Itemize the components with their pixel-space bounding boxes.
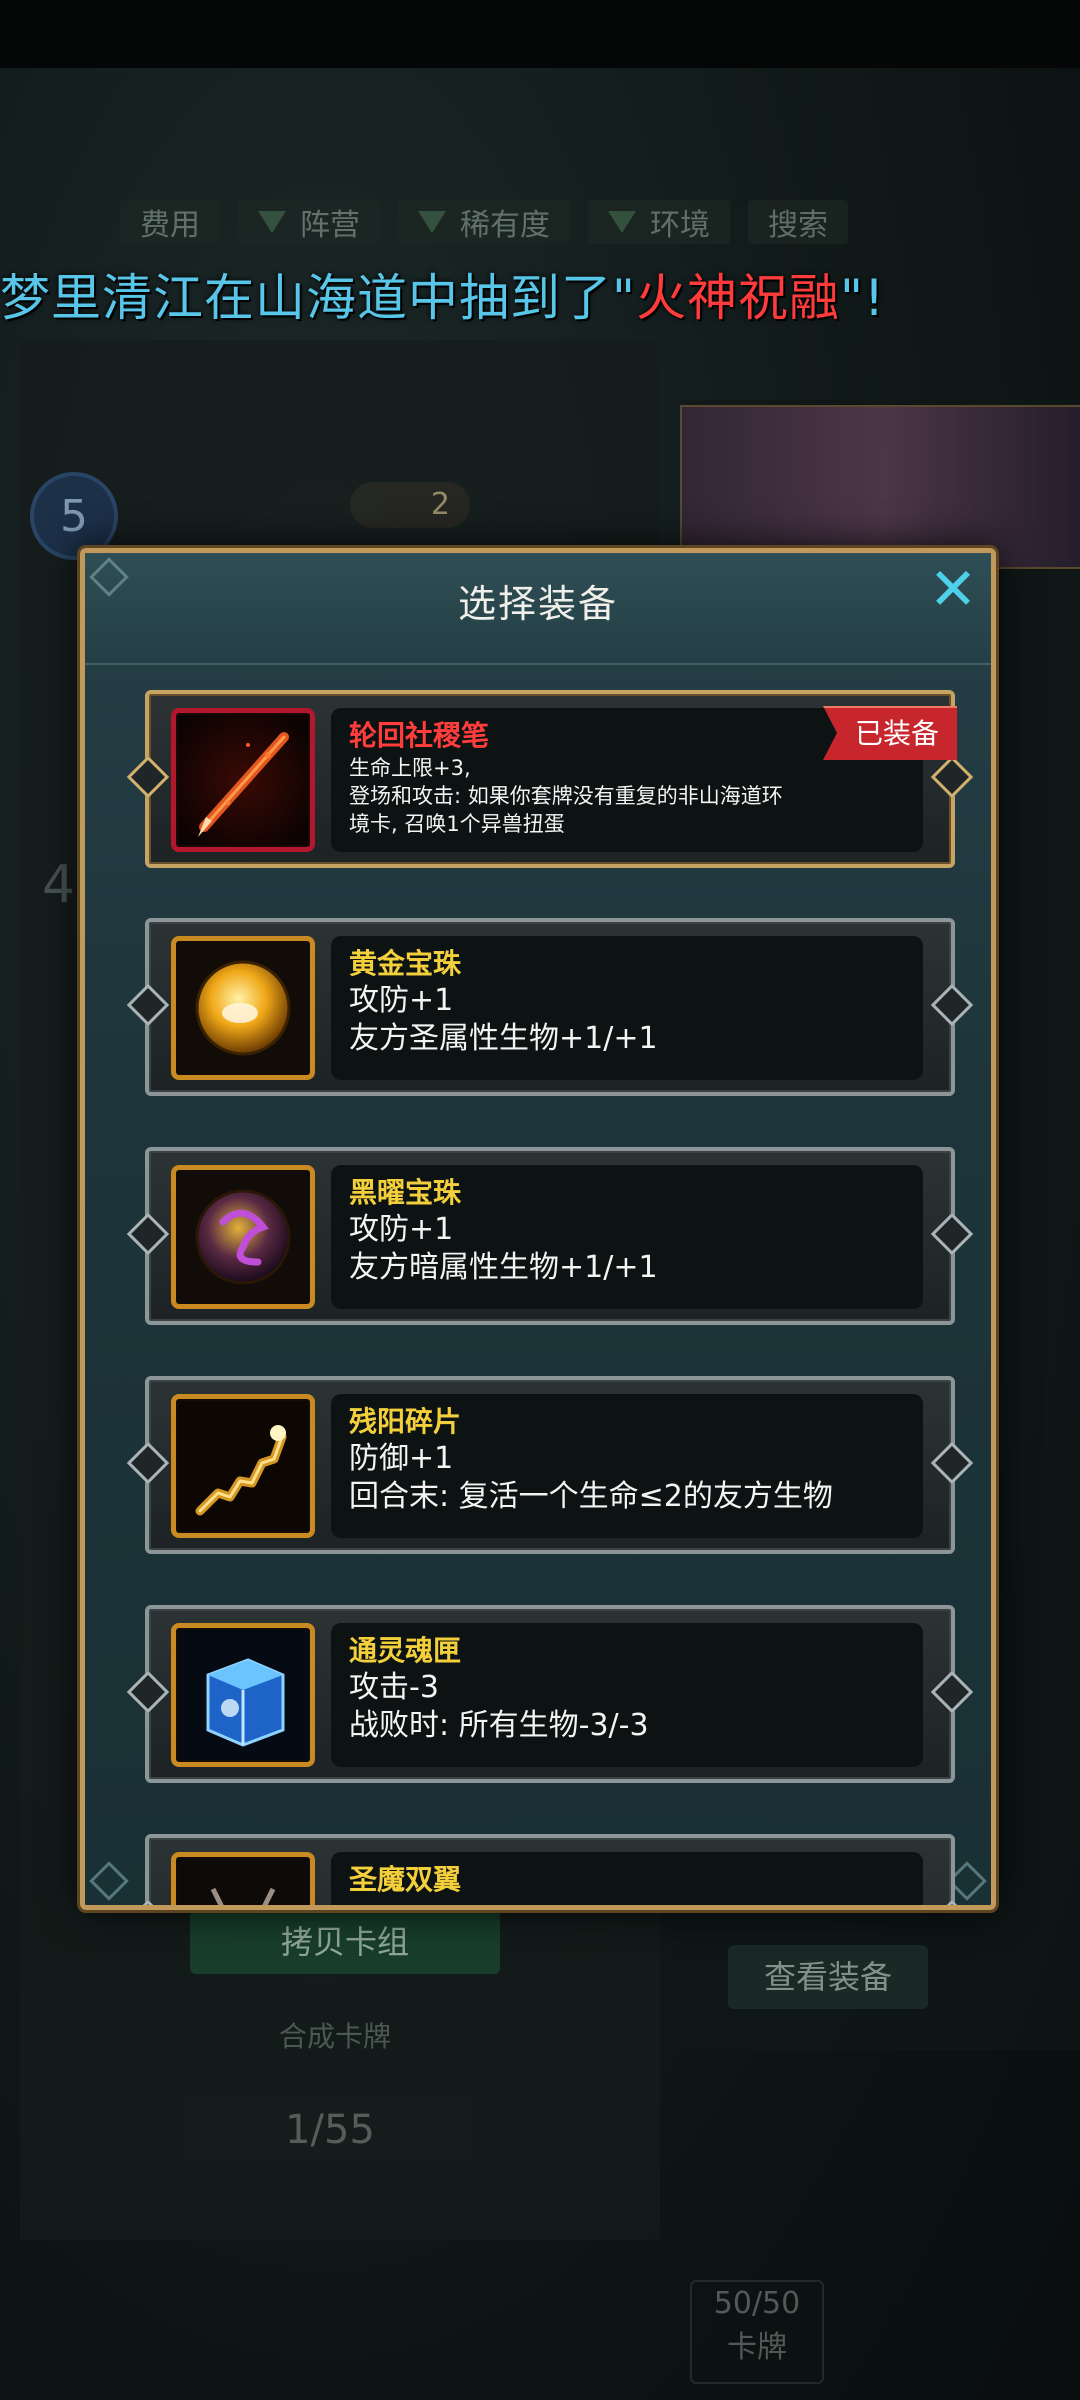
frame-ornament — [126, 755, 170, 799]
filter-cost-label: 费用 — [140, 208, 200, 243]
item-effect-line: 攻防+1 — [349, 983, 454, 1018]
frame-ornament — [126, 1899, 170, 1905]
item-effect-line: 生命上限+3, — [349, 756, 471, 780]
item-effect-line: 境卡, 召唤1个异兽扭蛋 — [349, 812, 565, 836]
filter-faction-label: 阵营 — [300, 208, 360, 243]
item-effect-line: 登场和攻击: 如果你套牌没有重复的非山海道环 — [349, 784, 783, 808]
frame-ornament — [930, 1670, 974, 1714]
merge-card-label: 合成卡牌 — [278, 2020, 391, 2053]
equipment-item[interactable]: 黑曜宝珠 攻防+1 友方暗属性生物+1/+1 — [126, 1147, 974, 1325]
frame-ornament — [930, 1441, 974, 1485]
frame-ornament — [126, 1441, 170, 1485]
broadcast-suffix: "! — [840, 269, 886, 327]
item-effect-line: 回合末: 复活一个生命≤2的友方生物 — [349, 1479, 833, 1514]
item-description: 残阳碎片 防御+1 回合末: 复活一个生命≤2的友方生物 — [331, 1394, 923, 1538]
modal-header: 选择装备 ✕ — [85, 553, 991, 665]
equipment-item[interactable]: 黄金宝珠 攻防+1 友方圣属性生物+1/+1 — [126, 918, 974, 1096]
side-number: 4 — [42, 855, 76, 915]
frame-ornament — [930, 983, 974, 1027]
item-name: 圣魔双翼 — [349, 1863, 462, 1896]
triangle-down-icon — [418, 211, 446, 233]
item-effect-line: 防御+1 — [349, 1441, 454, 1476]
item-name: 黑曜宝珠 — [349, 1176, 462, 1209]
item-effect-line: 友方暗属性生物+1/+1 — [349, 1250, 658, 1285]
frame-ornament — [930, 1899, 974, 1905]
copy-deck-button[interactable]: 拷贝卡组 — [190, 1910, 500, 1974]
count-pill: 2 — [350, 482, 470, 528]
golden-orb-icon — [171, 936, 315, 1080]
select-equipment-modal: 选择装备 ✕ 轮回社稷笔 生命上限+3, 登场和攻击: 如果你套牌没有重复的非山… — [80, 548, 996, 1910]
deck-count-box[interactable]: 50/50 卡牌 — [690, 2280, 824, 2384]
filter-bar: 费用 阵营 稀有度 环境 搜索 — [120, 196, 1020, 248]
close-button[interactable]: ✕ — [923, 559, 983, 619]
triangle-down-icon — [258, 211, 286, 233]
frame-ornament — [126, 1212, 170, 1256]
item-effect-line: 友方圣属性生物+1/+1 — [349, 1021, 658, 1056]
frame-ornament — [126, 983, 170, 1027]
item-name: 轮回社稷笔 — [349, 719, 490, 752]
item-description: 黄金宝珠 攻防+1 友方圣属性生物+1/+1 — [331, 936, 923, 1080]
deck-label: 卡牌 — [727, 2330, 787, 2365]
item-name: 黄金宝珠 — [349, 947, 462, 980]
cost-badge: 5 — [30, 472, 118, 560]
sun-fragment-icon — [171, 1394, 315, 1538]
item-description: 圣魔双翼 — [331, 1852, 923, 1905]
filter-rarity[interactable]: 稀有度 — [398, 200, 570, 244]
filter-search-label: 搜索 — [768, 208, 828, 243]
equipment-item[interactable]: 圣魔双翼 — [126, 1834, 974, 1905]
broadcast-prefix: 梦里清江在山海道中抽到了" — [0, 269, 636, 327]
card-progress: 1/55 — [185, 2095, 475, 2165]
item-effect-line: 攻防+1 — [349, 1212, 454, 1247]
frame-ornament — [930, 755, 974, 799]
frame-ornament — [126, 1670, 170, 1714]
item-effect-line: 战败时: 所有生物-3/-3 — [349, 1708, 649, 1743]
hero-portrait — [680, 405, 1080, 569]
status-bar — [0, 0, 1080, 68]
modal-title: 选择装备 — [457, 582, 618, 626]
equipped-badge: 已装备 — [822, 706, 957, 760]
filter-cost[interactable]: 费用 — [120, 200, 220, 244]
equipment-item[interactable]: 残阳碎片 防御+1 回合末: 复活一个生命≤2的友方生物 — [126, 1376, 974, 1554]
item-description: 轮回社稷笔 生命上限+3, 登场和攻击: 如果你套牌没有重复的非山海道环 境卡,… — [331, 708, 923, 852]
item-description: 黑曜宝珠 攻防+1 友方暗属性生物+1/+1 — [331, 1165, 923, 1309]
filter-environment-label: 环境 — [650, 208, 710, 243]
item-description: 通灵魂匣 攻击-3 战败时: 所有生物-3/-3 — [331, 1623, 923, 1767]
filter-environment[interactable]: 环境 — [588, 200, 730, 244]
broadcast-highlight: 火神祝融 — [636, 269, 840, 327]
obsidian-orb-icon — [171, 1165, 315, 1309]
equipment-item[interactable]: 通灵魂匣 攻击-3 战败时: 所有生物-3/-3 — [126, 1605, 974, 1783]
wings-icon — [171, 1852, 315, 1905]
view-equipment-button[interactable]: 查看装备 — [728, 1945, 928, 2009]
filter-search[interactable]: 搜索 — [748, 200, 848, 244]
deck-count: 50/50 — [713, 2286, 801, 2321]
item-effect-line: 攻击-3 — [349, 1670, 439, 1705]
filter-faction[interactable]: 阵营 — [238, 200, 380, 244]
item-name: 残阳碎片 — [349, 1405, 462, 1438]
filter-rarity-label: 稀有度 — [460, 208, 550, 243]
brush-icon — [171, 708, 315, 852]
item-name: 通灵魂匣 — [349, 1634, 462, 1667]
equipment-list[interactable]: 轮回社稷笔 生命上限+3, 登场和攻击: 如果你套牌没有重复的非山海道环 境卡,… — [85, 685, 991, 1905]
soul-box-icon — [171, 1623, 315, 1767]
equipment-item[interactable]: 轮回社稷笔 生命上限+3, 登场和攻击: 如果你套牌没有重复的非山海道环 境卡,… — [126, 690, 974, 868]
triangle-down-icon — [608, 211, 636, 233]
frame-ornament — [930, 1212, 974, 1256]
broadcast-message: 梦里清江在山海道中抽到了"火神祝融"! — [0, 258, 1080, 338]
